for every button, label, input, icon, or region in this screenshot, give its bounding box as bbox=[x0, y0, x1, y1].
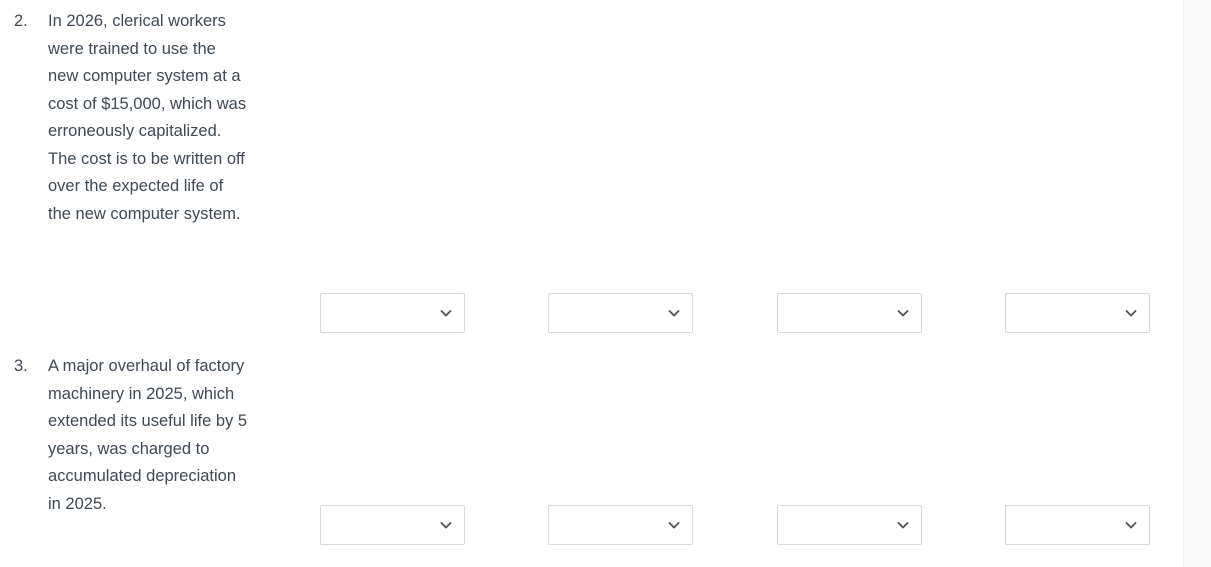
chevron-down-icon bbox=[439, 518, 453, 532]
list-item-text: A major overhaul of factory machinery in… bbox=[48, 357, 248, 513]
exercise-page: 2. In 2026, clerical workers were traine… bbox=[0, 0, 1211, 567]
exercise-content: 2. In 2026, clerical workers were traine… bbox=[0, 0, 1183, 567]
list-item: 2. In 2026, clerical workers were traine… bbox=[0, 0, 1183, 345]
list-item-number: 2. bbox=[14, 12, 28, 30]
chevron-down-icon bbox=[1124, 518, 1138, 532]
answer-dropdown-4[interactable] bbox=[1005, 505, 1150, 545]
chevron-down-icon bbox=[1124, 306, 1138, 320]
answer-dropdown-1[interactable] bbox=[320, 505, 465, 545]
chevron-down-icon bbox=[667, 518, 681, 532]
answer-dropdown-3[interactable] bbox=[777, 293, 922, 333]
answer-dropdown-1[interactable] bbox=[320, 293, 465, 333]
answer-dropdown-2[interactable] bbox=[548, 505, 693, 545]
chevron-down-icon bbox=[667, 306, 681, 320]
chevron-down-icon bbox=[896, 306, 910, 320]
chevron-down-icon bbox=[439, 306, 453, 320]
list-item-number: 3. bbox=[14, 357, 28, 375]
answer-dropdown-2[interactable] bbox=[548, 293, 693, 333]
answer-dropdown-3[interactable] bbox=[777, 505, 922, 545]
page-right-gutter bbox=[1183, 0, 1211, 567]
list-item: 3. A major overhaul of factory machinery… bbox=[0, 345, 1183, 567]
chevron-down-icon bbox=[896, 518, 910, 532]
answer-dropdown-4[interactable] bbox=[1005, 293, 1150, 333]
list-item-text: In 2026, clerical workers were trained t… bbox=[48, 12, 247, 223]
